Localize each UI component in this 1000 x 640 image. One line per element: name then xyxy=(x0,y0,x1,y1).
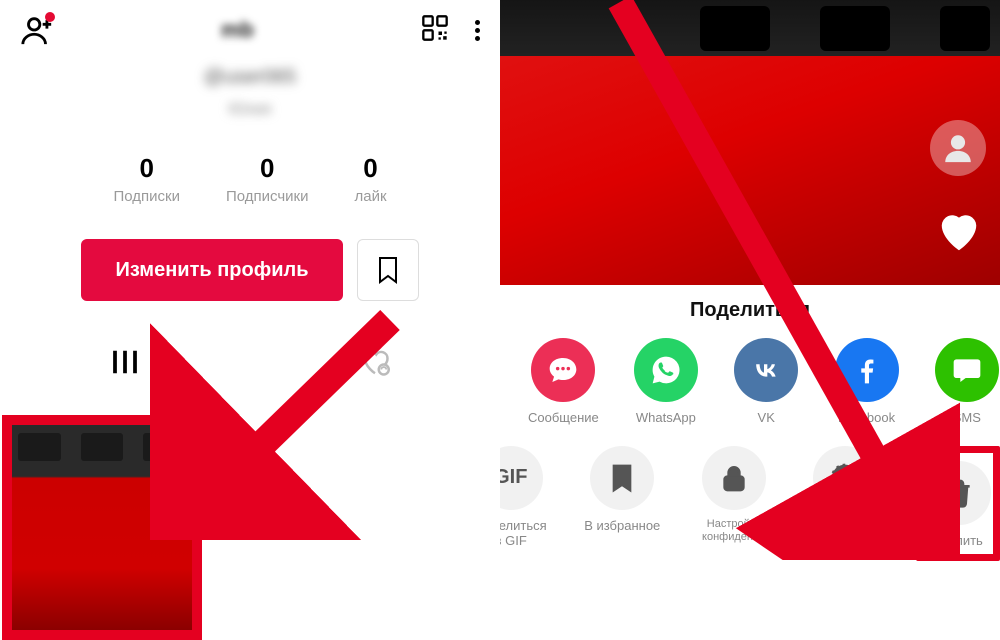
trash-icon xyxy=(927,461,991,525)
stat-followers[interactable]: 0 Подписчики xyxy=(226,153,309,205)
share-sheet: Поделиться Сообщение WhatsApp VK Faceboo… xyxy=(500,285,1000,561)
share-sms[interactable]: SMS xyxy=(934,338,1000,426)
share-facebook-label: Facebook xyxy=(833,410,899,426)
share-facebook[interactable]: Facebook xyxy=(833,338,899,426)
stat-likes[interactable]: 0 лайк xyxy=(354,153,386,205)
add-friends-icon[interactable] xyxy=(20,13,54,47)
share-whatsapp-label: WhatsApp xyxy=(633,410,699,426)
gif-icon: GIF xyxy=(500,446,543,510)
action-livephoto-label: Live Photo xyxy=(805,518,887,534)
whatsapp-icon xyxy=(634,338,698,402)
stat-followers-count: 0 xyxy=(226,153,309,184)
tab-liked[interactable] xyxy=(250,339,500,385)
tab-videos[interactable] xyxy=(0,339,250,385)
bookmark-button[interactable] xyxy=(357,239,419,301)
stat-followers-label: Подписчики xyxy=(226,188,309,205)
action-gif-label: Поделиться в GIF xyxy=(500,518,552,549)
action-privacy[interactable]: Настройки конфиденци xyxy=(693,446,775,562)
notification-dot xyxy=(45,12,55,22)
stat-following-count: 0 xyxy=(113,153,180,184)
share-vk[interactable]: VK xyxy=(733,338,799,426)
action-bookmark-label: В избранное xyxy=(582,518,664,534)
stat-likes-count: 0 xyxy=(354,153,386,184)
action-delete[interactable]: Удалить xyxy=(916,446,1000,562)
action-bookmark[interactable]: В избранное xyxy=(582,446,664,562)
share-title: Поделиться xyxy=(500,299,1000,322)
lock-icon xyxy=(702,446,766,510)
profile-display-name: Юлия xyxy=(229,101,271,119)
qr-icon[interactable] xyxy=(421,14,449,47)
facebook-icon xyxy=(835,338,899,402)
profile-stats: 0 Подписки 0 Подписчики 0 лайк xyxy=(0,153,500,205)
stat-following-label: Подписки xyxy=(113,188,180,205)
profile-handle: @user065 xyxy=(204,66,297,89)
edit-profile-button[interactable]: Изменить профиль xyxy=(81,239,342,301)
profile-tabs xyxy=(0,339,500,385)
message-icon xyxy=(531,338,595,402)
bookmark-icon xyxy=(590,446,654,510)
vk-icon xyxy=(734,338,798,402)
share-vk-label: VK xyxy=(733,410,799,426)
video-thumbnail[interactable] xyxy=(2,415,202,640)
video-share-screen: Поделиться Сообщение WhatsApp VK Faceboo… xyxy=(500,0,1000,640)
action-livephoto[interactable]: Live Photo xyxy=(805,446,887,562)
action-privacy-label: Настройки конфиденци xyxy=(693,518,775,544)
stat-following[interactable]: 0 Подписки xyxy=(113,153,180,205)
like-icon[interactable] xyxy=(936,210,982,261)
share-message[interactable]: Сообщение xyxy=(528,338,599,426)
share-message-label: Сообщение xyxy=(528,410,599,426)
livephoto-icon xyxy=(813,446,877,510)
share-sms-label: SMS xyxy=(934,410,1000,426)
profile-screen: mb @user065 Юлия 0 Подписки 0 Подписчики… xyxy=(0,0,500,640)
action-gif[interactable]: GIF Поделиться в GIF xyxy=(500,446,552,562)
sms-icon xyxy=(935,338,999,402)
profile-actions: Изменить профиль xyxy=(0,239,500,301)
share-whatsapp[interactable]: WhatsApp xyxy=(633,338,699,426)
profile-topbar: mb xyxy=(0,0,500,60)
share-apps-row: Сообщение WhatsApp VK Facebook SMS xyxy=(500,338,1000,426)
action-delete-label: Удалить xyxy=(927,533,989,549)
video-player[interactable] xyxy=(500,0,1000,285)
author-avatar[interactable] xyxy=(930,120,986,176)
share-actions-row: GIF Поделиться в GIF В избранное Настрой… xyxy=(500,446,1000,562)
profile-username: mb xyxy=(221,17,254,43)
stat-likes-label: лайк xyxy=(354,188,386,205)
profile-meta: @user065 Юлия xyxy=(0,60,500,119)
more-icon[interactable] xyxy=(475,20,480,41)
